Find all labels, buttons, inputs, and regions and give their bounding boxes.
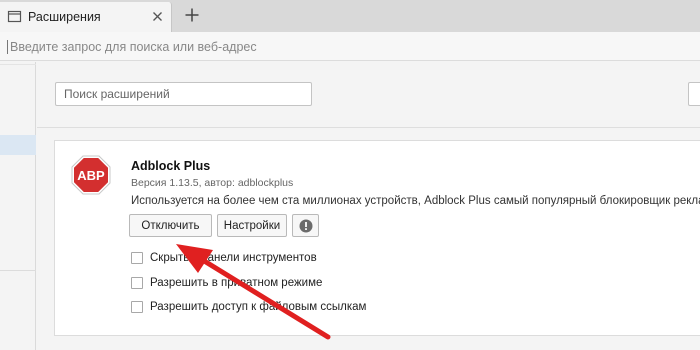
tab-strip: Расширения <box>0 0 700 32</box>
extension-description: Используется на более чем ста миллионах … <box>131 195 700 207</box>
text-caret <box>7 40 8 54</box>
settings-button[interactable]: Настройки <box>217 214 287 237</box>
sidebar-item[interactable] <box>0 158 36 178</box>
info-button[interactable] <box>292 214 319 237</box>
sidebar-divider <box>0 64 36 65</box>
extension-version: Версия 1.13.5, автор: adblockplus <box>131 177 294 189</box>
plus-icon[interactable] <box>183 6 201 24</box>
sidebar <box>0 62 36 350</box>
option-allow-incognito[interactable]: Разрешить в приватном режиме <box>131 275 322 291</box>
option-allow-file-urls[interactable]: Разрешить доступ к файловым ссылкам <box>131 299 366 315</box>
option-label: Разрешить в приватном режиме <box>150 277 323 289</box>
option-hide-from-toolbar[interactable]: Скрыть с панели инструментов <box>131 250 317 266</box>
address-input[interactable] <box>6 37 696 57</box>
toolbar-button[interactable] <box>688 82 700 106</box>
option-label: Разрешить доступ к файловым ссылкам <box>150 301 367 313</box>
sidebar-divider <box>0 270 36 271</box>
extensions-page: ABP Adblock Plus Версия 1.13.5, автор: a… <box>37 62 700 350</box>
tab-extensions[interactable]: Расширения <box>0 2 172 32</box>
tab-title: Расширения <box>28 10 101 24</box>
option-label: Скрыть с панели инструментов <box>150 252 317 264</box>
disable-button[interactable]: Отключить <box>129 214 212 237</box>
extension-card: ABP Adblock Plus Версия 1.13.5, автор: a… <box>54 140 700 336</box>
sidebar-item-extensions[interactable] <box>0 135 36 155</box>
exclamation-icon <box>299 219 312 232</box>
checkbox[interactable] <box>131 277 143 289</box>
extension-name: Adblock Plus <box>131 159 211 173</box>
extension-search-input[interactable] <box>55 82 312 106</box>
checkbox[interactable] <box>131 252 143 264</box>
address-bar <box>0 32 700 61</box>
extensions-icon <box>7 10 22 23</box>
close-icon[interactable] <box>150 9 165 24</box>
section-divider <box>37 127 700 128</box>
abp-logo-text: ABP <box>77 168 105 183</box>
abp-logo: ABP <box>71 155 111 195</box>
checkbox[interactable] <box>131 301 143 313</box>
